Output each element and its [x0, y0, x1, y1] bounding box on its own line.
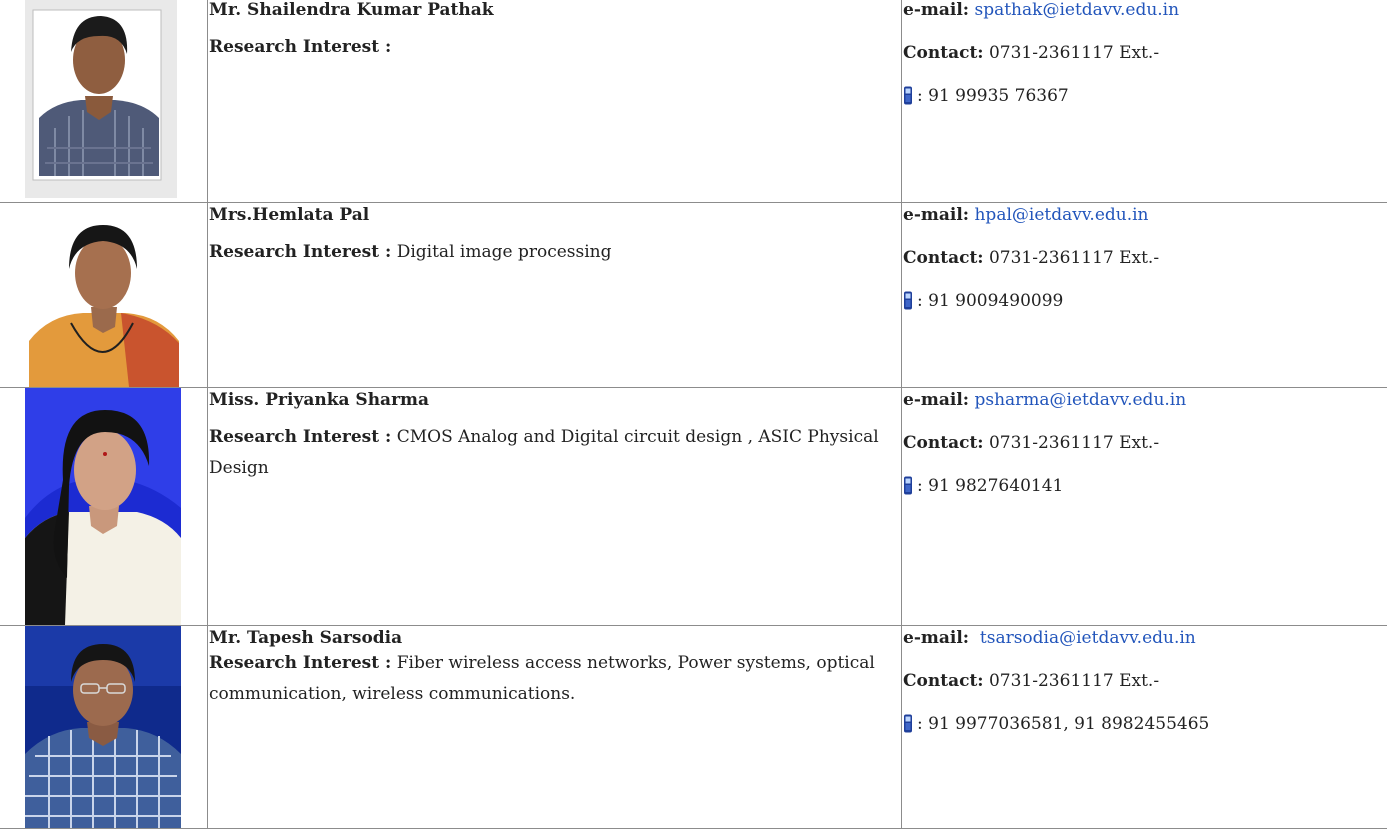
faculty-photo	[25, 388, 181, 625]
contact-label: Contact:	[903, 433, 984, 453]
photo-cell	[0, 202, 208, 388]
email-label: e-mail:	[903, 0, 970, 20]
email-link[interactable]: tsarsodia@ietdavv.edu.in	[980, 628, 1196, 648]
contact-cell: e-mail: hpal@ietdavv.edu.in Contact: 073…	[901, 202, 1387, 388]
faculty-name: Mr. Tapesh Sarsodia	[209, 628, 403, 648]
faculty-row: Miss. Priyanka Sharma Research Interest …	[0, 387, 1387, 626]
email-line: e-mail: hpal@ietdavv.edu.in	[903, 205, 1387, 225]
email-line: e-mail: tsarsodia@ietdavv.edu.in	[903, 628, 1387, 648]
contact-line: Contact: 0731-2361117 Ext.-	[903, 43, 1387, 63]
faculty-photo	[25, 203, 181, 387]
info-cell: Miss. Priyanka Sharma Research Interest …	[207, 387, 902, 626]
faculty-row: Mrs.Hemlata Pal Research Interest : Digi…	[0, 202, 1387, 388]
mobile-line: : 91 9827640141	[903, 476, 1387, 496]
mobile-number: 9009490099	[955, 291, 1064, 311]
research-label: Research Interest :	[209, 427, 392, 447]
mobile-prefix: : 91	[917, 86, 956, 106]
contact-line: Contact: 0731-2361117 Ext.-	[903, 433, 1387, 453]
contact-label: Contact:	[903, 43, 984, 63]
research-label: Research Interest :	[209, 653, 392, 673]
info-cell: Mrs.Hemlata Pal Research Interest : Digi…	[207, 202, 902, 388]
info-cell: Mr. Shailendra Kumar Pathak Research Int…	[207, 0, 902, 203]
mobile-phone-icon	[903, 476, 913, 495]
email-link[interactable]: hpal@ietdavv.edu.in	[974, 205, 1148, 225]
contact-label: Contact:	[903, 248, 984, 268]
contact-number: 0731-2361117 Ext.-	[988, 433, 1160, 453]
faculty-name: Mrs.Hemlata Pal	[209, 205, 370, 225]
research-label: Research Interest :	[209, 242, 392, 262]
email-label: e-mail:	[903, 628, 970, 648]
mobile-number: 99935 76367	[955, 86, 1069, 106]
faculty-row: Mr. Tapesh Sarsodia Research Interest : …	[0, 625, 1387, 829]
mobile-phone-icon	[903, 86, 913, 105]
email-label: e-mail:	[903, 205, 970, 225]
contact-number: 0731-2361117 Ext.-	[988, 248, 1160, 268]
mobile-prefix: : 91	[917, 291, 956, 311]
faculty-row: Mr. Shailendra Kumar Pathak Research Int…	[0, 0, 1387, 203]
faculty-photo	[25, 626, 181, 828]
photo-cell	[0, 0, 208, 203]
mobile-line: : 91 99935 76367	[903, 86, 1387, 106]
mobile-line: : 91 9977036581, 91 8982455465	[903, 714, 1387, 734]
research-label: Research Interest :	[209, 37, 392, 57]
contact-line: Contact: 0731-2361117 Ext.-	[903, 671, 1387, 691]
photo-cell	[0, 387, 208, 626]
research-interest: Research Interest : Fiber wireless acces…	[209, 648, 901, 710]
mobile-phone-icon	[903, 714, 913, 733]
contact-line: Contact: 0731-2361117 Ext.-	[903, 248, 1387, 268]
contact-cell: e-mail: tsarsodia@ietdavv.edu.in Contact…	[901, 625, 1387, 829]
faculty-name: Mr. Shailendra Kumar Pathak	[209, 0, 494, 20]
contact-label: Contact:	[903, 671, 984, 691]
mobile-prefix: : 91	[917, 476, 956, 496]
contact-number: 0731-2361117 Ext.-	[988, 43, 1160, 63]
photo-cell	[0, 625, 208, 829]
email-line: e-mail: spathak@ietdavv.edu.in	[903, 0, 1387, 20]
research-text: Digital image processing	[396, 242, 612, 262]
contact-cell: e-mail: psharma@ietdavv.edu.in Contact: …	[901, 387, 1387, 626]
email-line: e-mail: psharma@ietdavv.edu.in	[903, 390, 1387, 410]
mobile-number: 9977036581, 91 8982455465	[955, 714, 1210, 734]
mobile-prefix: : 91	[917, 714, 956, 734]
research-interest: Research Interest :	[209, 32, 901, 63]
mobile-line: : 91 9009490099	[903, 291, 1387, 311]
faculty-photo	[25, 0, 177, 198]
email-link[interactable]: psharma@ietdavv.edu.in	[974, 390, 1186, 410]
faculty-name: Miss. Priyanka Sharma	[209, 390, 430, 410]
contact-number: 0731-2361117 Ext.-	[988, 671, 1160, 691]
email-label: e-mail:	[903, 390, 970, 410]
mobile-phone-icon	[903, 291, 913, 310]
info-cell: Mr. Tapesh Sarsodia Research Interest : …	[207, 625, 902, 829]
research-interest: Research Interest : CMOS Analog and Digi…	[209, 422, 901, 484]
mobile-number: 9827640141	[955, 476, 1064, 496]
faculty-table: Mr. Shailendra Kumar Pathak Research Int…	[0, 0, 1387, 829]
email-link[interactable]: spathak@ietdavv.edu.in	[974, 0, 1179, 20]
contact-cell: e-mail: spathak@ietdavv.edu.in Contact: …	[901, 0, 1387, 203]
research-interest: Research Interest : Digital image proces…	[209, 237, 901, 268]
